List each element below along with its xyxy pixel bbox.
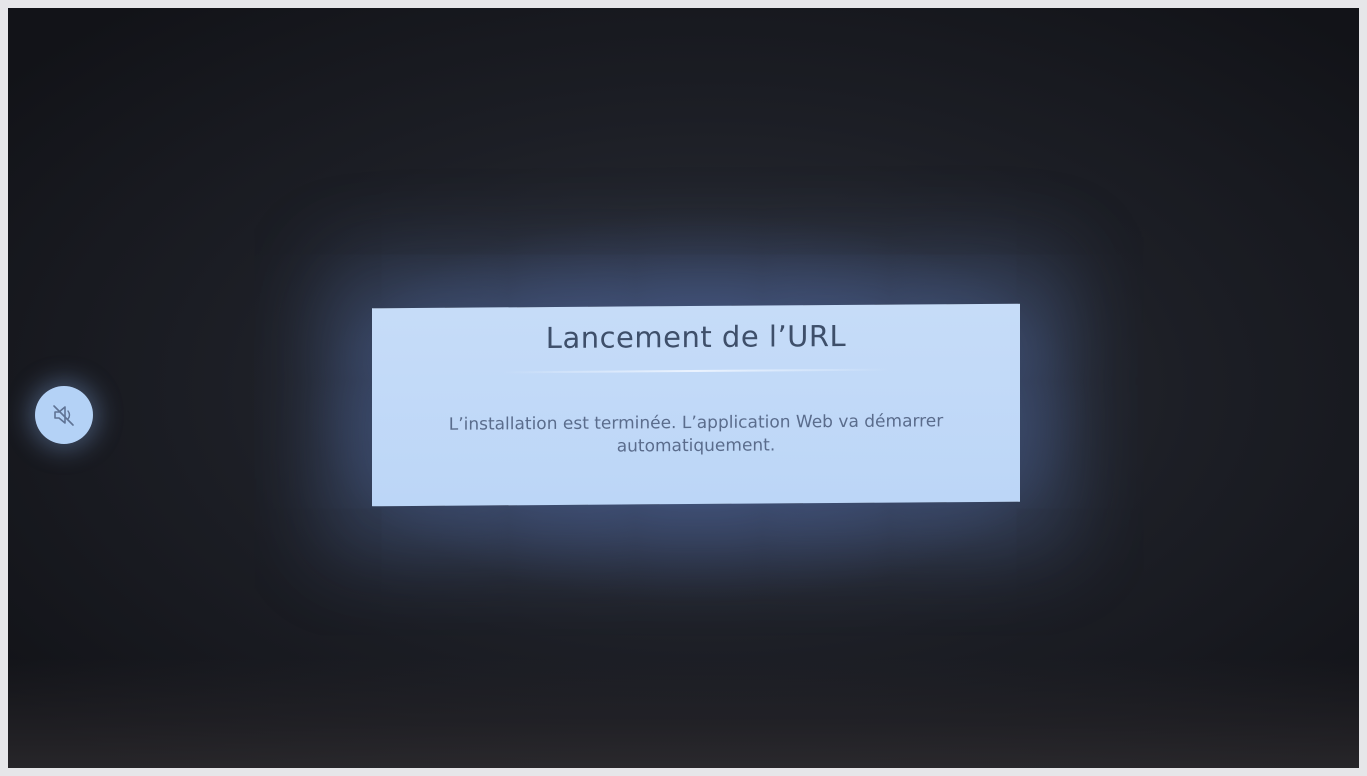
dialog-divider bbox=[502, 368, 890, 374]
dialog-title: Lancement de l’URL bbox=[545, 318, 847, 356]
mute-indicator bbox=[35, 386, 93, 444]
speaker-muted-icon bbox=[50, 401, 78, 429]
tv-screen: Lancement de l’URL L’installation est te… bbox=[8, 8, 1359, 768]
url-launch-dialog: Lancement de l’URL L’installation est te… bbox=[372, 303, 1020, 507]
tv-bezel: Lancement de l’URL L’installation est te… bbox=[0, 0, 1367, 776]
dialog-message: L’installation est terminée. L’applicati… bbox=[448, 411, 944, 457]
